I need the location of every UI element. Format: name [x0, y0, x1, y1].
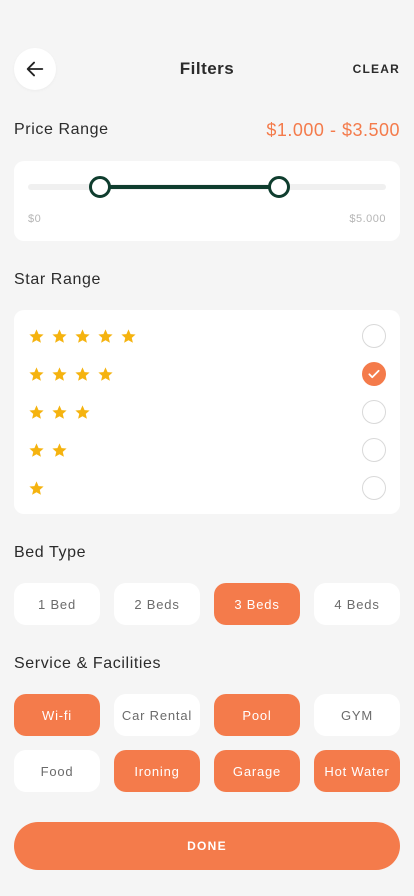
star-option-5[interactable]: [28, 324, 386, 348]
star-radio[interactable]: [362, 324, 386, 348]
star-option-2[interactable]: [28, 438, 386, 462]
price-range-value: $1.000 - $3.500: [266, 120, 400, 140]
star-group: [28, 366, 114, 383]
star-icon: [74, 366, 91, 383]
bed-type-options: 1 Bed 2 Beds 3 Beds 4 Beds: [14, 583, 400, 625]
star-radio[interactable]: [362, 400, 386, 424]
bed-option-1[interactable]: 1 Bed: [14, 583, 100, 625]
star-group: [28, 404, 91, 421]
star-icon: [51, 366, 68, 383]
facilities-row-2: Food Ironing Garage Hot Water: [14, 750, 400, 792]
star-icon: [51, 328, 68, 345]
price-slider-card: $0 $5.000: [14, 161, 400, 241]
star-icon: [28, 404, 45, 421]
facilities-row-1: Wi-fi Car Rental Pool GYM: [14, 694, 400, 736]
slider-min-label: $0: [28, 213, 42, 225]
star-icon: [28, 328, 45, 345]
star-group: [28, 480, 45, 497]
bed-type-title: Bed Type: [14, 544, 87, 561]
facility-food[interactable]: Food: [14, 750, 100, 792]
star-group: [28, 328, 137, 345]
star-icon: [74, 404, 91, 421]
star-icon: [28, 442, 45, 459]
header: Filters CLEAR: [14, 48, 400, 90]
facility-pool[interactable]: Pool: [214, 694, 300, 736]
slider-handle-min[interactable]: [88, 176, 111, 198]
bed-option-4[interactable]: 4 Beds: [314, 583, 400, 625]
slider-max-label: $5.000: [349, 213, 386, 225]
slider-handle-max[interactable]: [267, 176, 290, 198]
facility-hot-water[interactable]: Hot Water: [314, 750, 400, 792]
facility-garage[interactable]: Garage: [214, 750, 300, 792]
star-option-4[interactable]: [28, 362, 386, 386]
star-radio[interactable]: [362, 476, 386, 500]
star-icon: [97, 366, 114, 383]
facility-wifi[interactable]: Wi-fi: [14, 694, 100, 736]
star-icon: [28, 480, 45, 497]
star-radio[interactable]: [362, 438, 386, 462]
facility-gym[interactable]: GYM: [314, 694, 400, 736]
star-icon: [51, 404, 68, 421]
star-icon: [74, 328, 91, 345]
facility-car-rental[interactable]: Car Rental: [114, 694, 200, 736]
star-icon: [28, 366, 45, 383]
bed-option-3[interactable]: 3 Beds: [214, 583, 300, 625]
done-button[interactable]: DONE: [14, 822, 400, 870]
star-icon: [120, 328, 137, 345]
facilities-title: Service & Facilities: [14, 655, 162, 672]
star-option-3[interactable]: [28, 400, 386, 424]
star-option-1[interactable]: [28, 476, 386, 500]
slider-selected-range: [99, 185, 279, 189]
facility-ironing[interactable]: Ironing: [114, 750, 200, 792]
star-group: [28, 442, 68, 459]
clear-button[interactable]: CLEAR: [353, 62, 400, 76]
page-title: Filters: [179, 59, 235, 78]
star-range-title: Star Range: [14, 271, 101, 288]
star-radio[interactable]: [362, 362, 386, 386]
star-icon: [97, 328, 114, 345]
bed-option-2[interactable]: 2 Beds: [114, 583, 200, 625]
check-icon: [368, 369, 380, 379]
price-range-title: Price Range: [14, 121, 109, 138]
star-range-card: [14, 310, 400, 514]
star-icon: [51, 442, 68, 459]
